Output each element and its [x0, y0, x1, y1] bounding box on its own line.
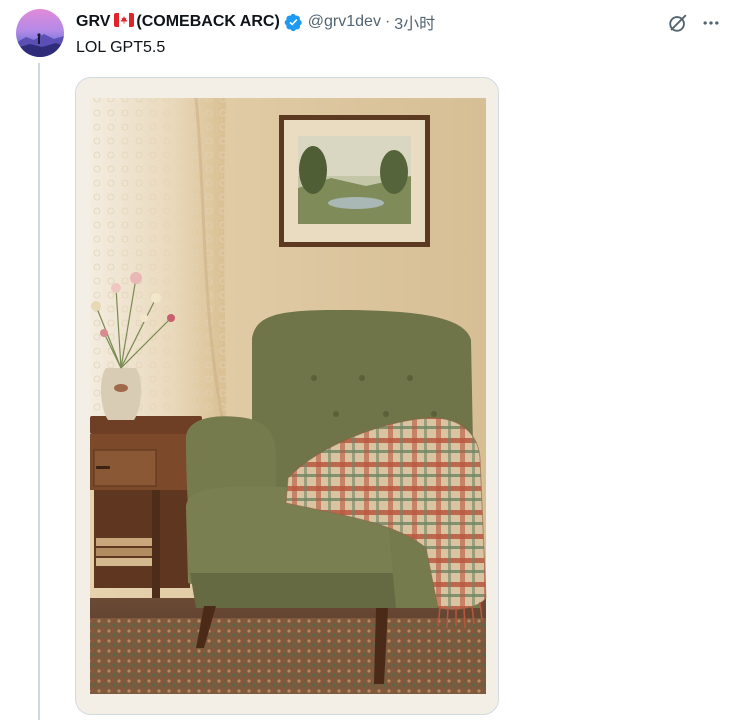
timestamp[interactable]: 3小时 [394, 10, 435, 34]
tweet-media[interactable] [75, 77, 499, 715]
grok-button[interactable] [664, 9, 692, 37]
author-handle[interactable]: @grv1dev [308, 13, 381, 31]
grok-icon [669, 14, 687, 32]
display-name[interactable]: GRV [76, 13, 110, 31]
tweet-header: GRV (COMEBACK ARC) @grv1dev · 3小时 [76, 11, 435, 33]
tweet-text: LOL GPT5.5 [76, 39, 166, 56]
more-icon [703, 21, 719, 25]
avatar[interactable] [16, 9, 64, 57]
media-image [76, 78, 498, 714]
thread-line [38, 63, 40, 720]
separator-dot: · [384, 13, 391, 30]
avatar-image [16, 9, 64, 57]
canada-flag-icon [114, 12, 135, 32]
verified-badge-icon[interactable] [284, 13, 303, 32]
more-button[interactable] [697, 9, 725, 37]
display-name-suffix[interactable]: (COMEBACK ARC) [136, 13, 279, 31]
